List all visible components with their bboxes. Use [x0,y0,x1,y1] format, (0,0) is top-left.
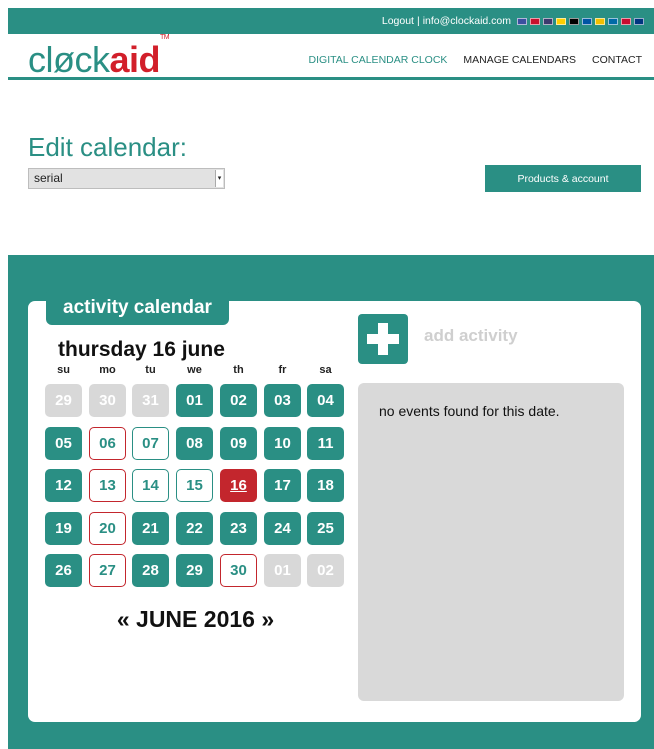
logout-link[interactable]: Logout [382,15,414,27]
calendar-day[interactable]: 14 [132,469,169,502]
header: cløckaidTM DIGITAL CALENDAR CLOCK MANAGE… [8,34,654,80]
calendar-day[interactable]: 31 [132,384,169,417]
month-navigation: « JUNE 2016 » [44,606,347,633]
be-flag-icon[interactable] [569,17,579,25]
logo-part-aid: aid [109,39,161,80]
calendar-day[interactable]: 15 [176,469,213,502]
page-title: Edit calendar: [28,132,187,162]
topbar-separator: | [416,15,420,27]
plus-icon-bar [367,334,399,344]
top-bar: Logout | info@clockaid.com [8,8,654,34]
fi-flag-icon[interactable] [634,17,644,25]
calendar-day[interactable]: 21 [132,512,169,545]
calendar-day[interactable]: 11 [307,427,344,460]
weekday-header-th: th [233,364,244,376]
calendar-day[interactable]: 30 [220,554,257,587]
next-month-button[interactable]: » [261,606,274,632]
language-flags [517,17,644,25]
add-activity-label[interactable]: add activity [424,326,518,346]
fr-flag-icon[interactable] [582,17,592,25]
de-flag-icon[interactable] [556,17,566,25]
calendar-day[interactable]: 30 [89,384,126,417]
calendar-day[interactable]: 08 [176,427,213,460]
main-nav: DIGITAL CALENDAR CLOCK MANAGE CALENDARS … [309,54,642,66]
weekday-header-we: we [187,364,202,376]
dk-flag-icon[interactable] [621,17,631,25]
calendar-day[interactable]: 12 [45,469,82,502]
calendar-day[interactable]: 17 [264,469,301,502]
calendar-day[interactable]: 23 [220,512,257,545]
calendar-day[interactable]: 01 [176,384,213,417]
calendar-day-selected[interactable]: 16 [220,469,257,502]
logo-trademark: TM [160,34,170,41]
nav-contact[interactable]: CONTACT [592,54,642,66]
calendar-day[interactable]: 06 [89,427,126,460]
chevron-down-icon[interactable]: ▾ [215,170,223,187]
weekday-header-su: su [57,364,70,376]
products-account-button[interactable]: Products & account [485,165,641,192]
calendar-day[interactable]: 10 [264,427,301,460]
weekday-header-sa: sa [319,364,332,376]
email-link[interactable]: info@clockaid.com [423,15,511,27]
month-label: JUNE 2016 [136,606,255,632]
calendar-day[interactable]: 29 [45,384,82,417]
calendar-day[interactable]: 04 [307,384,344,417]
nav-digital-calendar-clock[interactable]: DIGITAL CALENDAR CLOCK [309,54,448,66]
calendar-day[interactable]: 01 [264,554,301,587]
calendar-day[interactable]: 29 [176,554,213,587]
calendar-day[interactable]: 19 [45,512,82,545]
calendar-select-value: serial [34,171,63,185]
clockaid-logo[interactable]: cløckaidTM [28,34,170,80]
weekday-header-mo: mo [99,364,116,376]
calendar-day[interactable]: 02 [307,554,344,587]
no-events-message: no events found for this date. [379,403,560,419]
calendar-day[interactable]: 13 [89,469,126,502]
logo-part-clock: cløck [28,39,110,80]
calendar-day[interactable]: 26 [45,554,82,587]
calendar-day[interactable]: 02 [220,384,257,417]
calendar-day[interactable]: 28 [132,554,169,587]
add-activity-button[interactable] [358,314,408,364]
calendar-day[interactable]: 20 [89,512,126,545]
calendar-day[interactable]: 25 [307,512,344,545]
calendar-day[interactable]: 27 [89,554,126,587]
calendar-day[interactable]: 09 [220,427,257,460]
calendar-day[interactable]: 05 [45,427,82,460]
weekday-header-fr: fr [278,364,287,376]
es-flag-icon[interactable] [595,17,605,25]
se-flag-icon[interactable] [608,17,618,25]
prev-month-button[interactable]: « [117,606,130,632]
nl-flag-icon[interactable] [530,17,540,25]
events-panel: no events found for this date. [358,383,624,701]
us-flag-icon[interactable] [543,17,553,25]
calendar-select[interactable]: serial ▾ [28,168,225,189]
calendar-day[interactable]: 24 [264,512,301,545]
selected-date-heading: thursday 16 june [58,338,225,361]
uk-flag-icon[interactable] [517,17,527,25]
nav-manage-calendars[interactable]: MANAGE CALENDARS [463,54,576,66]
calendar-day[interactable]: 18 [307,469,344,502]
weekday-header-tu: tu [145,364,156,376]
activity-calendar-tab: activity calendar [46,290,229,325]
calendar-day[interactable]: 07 [132,427,169,460]
calendar-day[interactable]: 03 [264,384,301,417]
calendar-day[interactable]: 22 [176,512,213,545]
